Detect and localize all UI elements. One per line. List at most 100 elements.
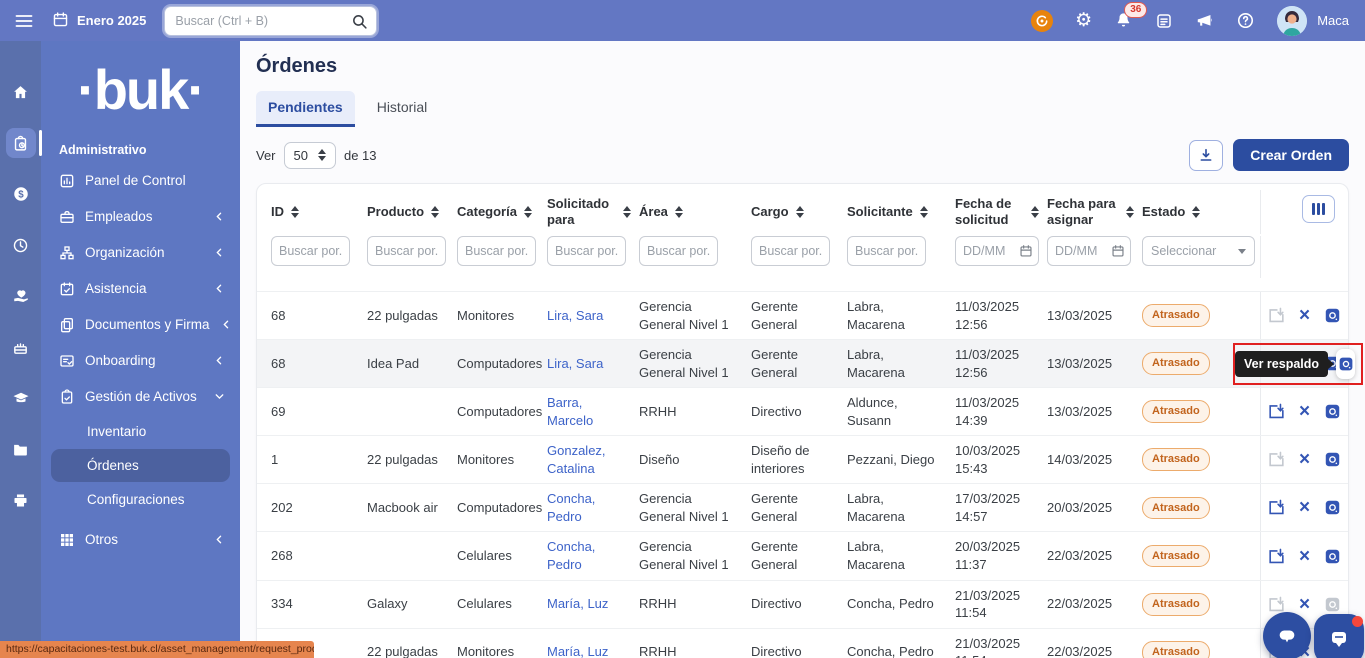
cancel-order-button[interactable]: ×	[1299, 306, 1310, 325]
cell-solicitado-para-link[interactable]: Lira, Sara	[547, 301, 639, 331]
view-backup-button[interactable]	[1323, 450, 1342, 469]
asset-management-rail-icon[interactable]	[5, 128, 42, 158]
cell-area: Gerencia General Nivel 1	[639, 539, 729, 573]
view-backup-button[interactable]	[1336, 348, 1355, 379]
assign-order-button[interactable]	[1267, 498, 1286, 517]
download-icon	[1200, 148, 1212, 161]
culture-cake-icon[interactable]	[6, 332, 36, 362]
sort-icon[interactable]	[431, 206, 440, 218]
tab-historial[interactable]: Historial	[365, 91, 440, 127]
calendar-icon	[52, 11, 69, 31]
filter-solicitante-input[interactable]	[847, 236, 926, 266]
hamburger-menu-icon[interactable]	[14, 11, 34, 31]
sidebar-item-asistencia[interactable]: Asistencia	[41, 271, 240, 307]
assign-order-button[interactable]	[1267, 402, 1286, 421]
assign-order-button[interactable]	[1267, 595, 1286, 614]
view-backup-button[interactable]	[1323, 498, 1342, 517]
create-order-button[interactable]: Crear Orden	[1233, 139, 1349, 171]
user-avatar[interactable]	[1277, 5, 1308, 36]
sidebar-item-otros[interactable]: Otros	[41, 522, 240, 558]
sidebar-item-documentos-y-firma[interactable]: Documentos y Firma	[41, 307, 240, 343]
chat-bubble-button[interactable]	[1263, 612, 1311, 658]
table-row[interactable]: 268 Celulares Concha, Pedro Gerencia Gen…	[257, 531, 1348, 580]
view-backup-button[interactable]	[1323, 595, 1342, 614]
sort-icon[interactable]	[1192, 206, 1201, 218]
table-row[interactable]: 1 22 pulgadas Monitores Gonzalez, Catali…	[257, 435, 1348, 484]
export-download-button[interactable]	[1189, 139, 1224, 171]
filter-categoria-input[interactable]	[457, 236, 536, 266]
column-settings-button[interactable]	[1302, 195, 1335, 223]
cancel-order-button[interactable]: ×	[1299, 498, 1310, 517]
assign-order-button[interactable]	[1267, 306, 1286, 325]
cell-solicitado-para-link[interactable]: María, Luz	[547, 637, 639, 658]
filter-id-input[interactable]	[271, 236, 350, 266]
talent-graduation-cap-icon[interactable]	[6, 383, 36, 413]
filter-solicitado-input[interactable]	[547, 236, 626, 266]
sort-icon[interactable]	[919, 206, 928, 218]
assign-order-button[interactable]	[1267, 547, 1286, 566]
sort-icon[interactable]	[1126, 206, 1134, 218]
column-header: ID	[271, 204, 367, 220]
sidebar-item-gestion-de-activos[interactable]: Gestión de Activos	[41, 379, 240, 415]
sidebar-subitem-configuraciones[interactable]: Configuraciones	[41, 483, 240, 516]
cell-fecha-solicitud: 11/03/2025 12:56	[955, 299, 1020, 332]
sidebar-item-onboarding[interactable]: Onboarding	[41, 343, 240, 379]
cancel-order-button[interactable]: ×	[1299, 402, 1310, 421]
sort-icon[interactable]	[674, 206, 683, 218]
filter-area-input[interactable]	[639, 236, 718, 266]
cell-solicitado-para-link[interactable]: Concha, Pedro	[547, 484, 639, 531]
cell-solicitado-para-link[interactable]: Barra, Marcelo	[547, 388, 639, 435]
table-row[interactable]: 69 Computadores Barra, Marcelo RRHH Dire…	[257, 387, 1348, 436]
cell-solicitado-para-link[interactable]: María, Luz	[547, 589, 639, 619]
news-icon[interactable]	[1155, 12, 1173, 30]
benefits-hand-heart-icon[interactable]	[6, 281, 36, 311]
sidebar-subitem-ordenes[interactable]: Órdenes	[51, 448, 230, 482]
megaphone-icon[interactable]	[1195, 11, 1214, 30]
chevron-left-icon	[222, 320, 228, 329]
view-backup-button[interactable]	[1323, 547, 1342, 566]
cell-solicitado-para-link[interactable]: Gonzalez, Catalina	[547, 436, 639, 483]
cell-solicitado-para-link[interactable]: Concha, Pedro	[547, 532, 639, 579]
filter-producto-input[interactable]	[367, 236, 446, 266]
cancel-order-button[interactable]: ×	[1299, 547, 1310, 566]
sidebar-subitem-inventario[interactable]: Inventario	[41, 415, 240, 448]
cell-area: RRHH	[639, 596, 677, 612]
assign-order-button[interactable]	[1267, 450, 1286, 469]
sidebar: ·buk· Administrativo Panel de Control Em…	[41, 41, 240, 658]
sidebar-item-organizacion[interactable]: Organización	[41, 235, 240, 271]
view-backup-button[interactable]	[1323, 402, 1342, 421]
settings-gear-icon[interactable]: ⚙	[1075, 11, 1092, 30]
help-icon[interactable]	[1236, 11, 1255, 30]
sort-icon[interactable]	[291, 206, 299, 218]
table-row[interactable]: 334 Galaxy Celulares María, Luz RRHH Dir…	[257, 579, 1348, 628]
assistant-icon[interactable]	[1031, 9, 1054, 32]
home-icon[interactable]	[6, 77, 36, 107]
sidebar-item-empleados[interactable]: Empleados	[41, 199, 240, 235]
table-row[interactable]: 202 Macbook air Computadores Concha, Ped…	[257, 483, 1348, 532]
printer-icon[interactable]	[6, 485, 36, 515]
filter-estado-select[interactable]: Seleccionar	[1142, 236, 1255, 266]
table-row[interactable]: 334 22 pulgadas Monitores María, Luz RRH…	[257, 627, 1348, 658]
table-row[interactable]: 68 Idea Pad Computadores Lira, Sara Gere…	[257, 339, 1363, 388]
remunerations-dollar-icon[interactable]: $	[6, 179, 36, 209]
main-content: Órdenes Pendientes Historial Ver 50 de 1…	[240, 41, 1365, 658]
cell-producto: Galaxy	[367, 596, 408, 612]
sort-icon[interactable]	[1031, 206, 1039, 218]
files-folder-icon[interactable]	[6, 434, 36, 464]
table-row[interactable]: 68 22 pulgadas Monitores Lira, Sara Gere…	[257, 291, 1348, 340]
global-search[interactable]	[164, 5, 378, 36]
tab-pendientes[interactable]: Pendientes	[256, 91, 355, 127]
sort-icon[interactable]	[623, 206, 631, 218]
sort-icon[interactable]	[795, 206, 804, 218]
cancel-order-button[interactable]: ×	[1299, 595, 1310, 614]
cell-solicitado-para-link[interactable]: Lira, Sara	[547, 349, 639, 379]
search-input[interactable]	[165, 13, 377, 28]
page-size-select[interactable]: 50	[283, 141, 336, 169]
cancel-order-button[interactable]: ×	[1299, 450, 1310, 469]
filter-cargo-input[interactable]	[751, 236, 830, 266]
sidebar-item-panel-de-control[interactable]: Panel de Control	[41, 163, 240, 199]
view-backup-button[interactable]	[1323, 306, 1342, 325]
period-selector[interactable]: Enero 2025	[52, 11, 146, 31]
time-clock-icon[interactable]	[6, 230, 36, 260]
sort-icon[interactable]	[523, 206, 532, 218]
